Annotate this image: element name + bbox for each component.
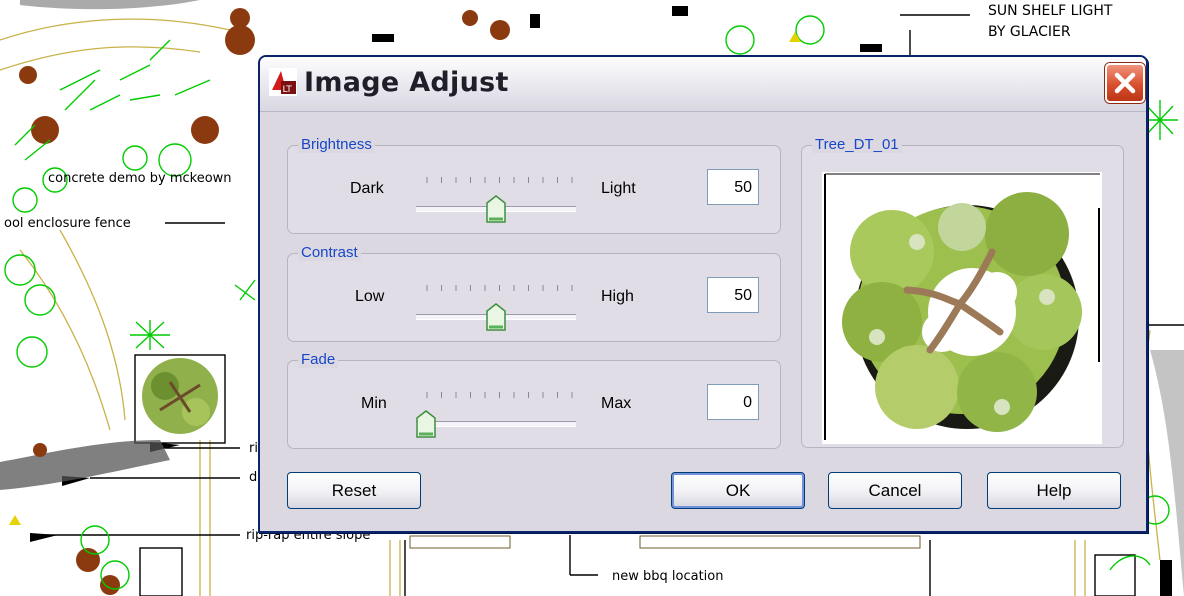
brightness-slider-thumb[interactable] [486, 195, 506, 223]
fade-slider-thumb[interactable] [416, 410, 436, 438]
preview-legend: Tree_DT_01 [812, 136, 902, 153]
cancel-button[interactable]: Cancel [828, 472, 962, 509]
ok-button[interactable]: OK [671, 472, 805, 509]
brightness-legend: Brightness [298, 136, 375, 153]
reset-button[interactable]: Reset [287, 472, 421, 509]
close-button[interactable] [1105, 63, 1145, 103]
autocad-lt-icon: LT [269, 68, 297, 96]
cad-label-bbq: new bbq location [612, 569, 724, 584]
image-adjust-dialog: LT Image Adjust Brightness Dark Light 50… [258, 55, 1148, 533]
cad-label-concrete-demo: concrete demo by mckeown [48, 171, 232, 186]
image-preview [822, 172, 1102, 444]
svg-text:LT: LT [283, 85, 293, 95]
cad-label-d: d [249, 470, 258, 485]
fade-max-label: Max [601, 395, 632, 412]
tree-preview-image [824, 173, 1100, 440]
contrast-max-label: High [601, 288, 634, 305]
contrast-value-field[interactable]: 50 [707, 277, 759, 313]
fade-legend: Fade [298, 351, 339, 368]
cad-label-by-glacier: BY GLACIER [988, 24, 1071, 40]
contrast-ticks [426, 285, 573, 291]
brightness-group: Brightness Dark Light 50 [287, 136, 781, 234]
contrast-slider-thumb[interactable] [486, 303, 506, 331]
brightness-ticks [426, 177, 573, 183]
contrast-min-label: Low [355, 288, 385, 305]
preview-group: Tree_DT_01 [801, 136, 1124, 448]
dialog-body: Brightness Dark Light 50 Contrast Low Hi… [260, 112, 1146, 531]
dialog-title: Image Adjust [304, 67, 509, 98]
contrast-legend: Contrast [298, 244, 361, 261]
close-icon [1114, 72, 1136, 94]
brightness-value-field[interactable]: 50 [707, 169, 759, 205]
brightness-min-label: Dark [350, 180, 384, 197]
brightness-max-label: Light [601, 180, 636, 197]
fade-ticks [426, 392, 573, 398]
help-button[interactable]: Help [987, 472, 1121, 509]
fade-min-label: Min [361, 395, 387, 412]
cad-label-sun-shelf: SUN SHELF LIGHT [988, 3, 1113, 19]
cad-label-rip: ri [249, 441, 258, 456]
fade-track [416, 421, 576, 427]
dialog-titlebar[interactable]: LT Image Adjust [260, 57, 1146, 112]
fade-value-field[interactable]: 0 [707, 384, 759, 420]
contrast-group: Contrast Low High 50 [287, 244, 781, 342]
cad-label-pool-fence: ool enclosure fence [4, 216, 131, 231]
fade-group: Fade Min Max 0 [287, 351, 781, 449]
